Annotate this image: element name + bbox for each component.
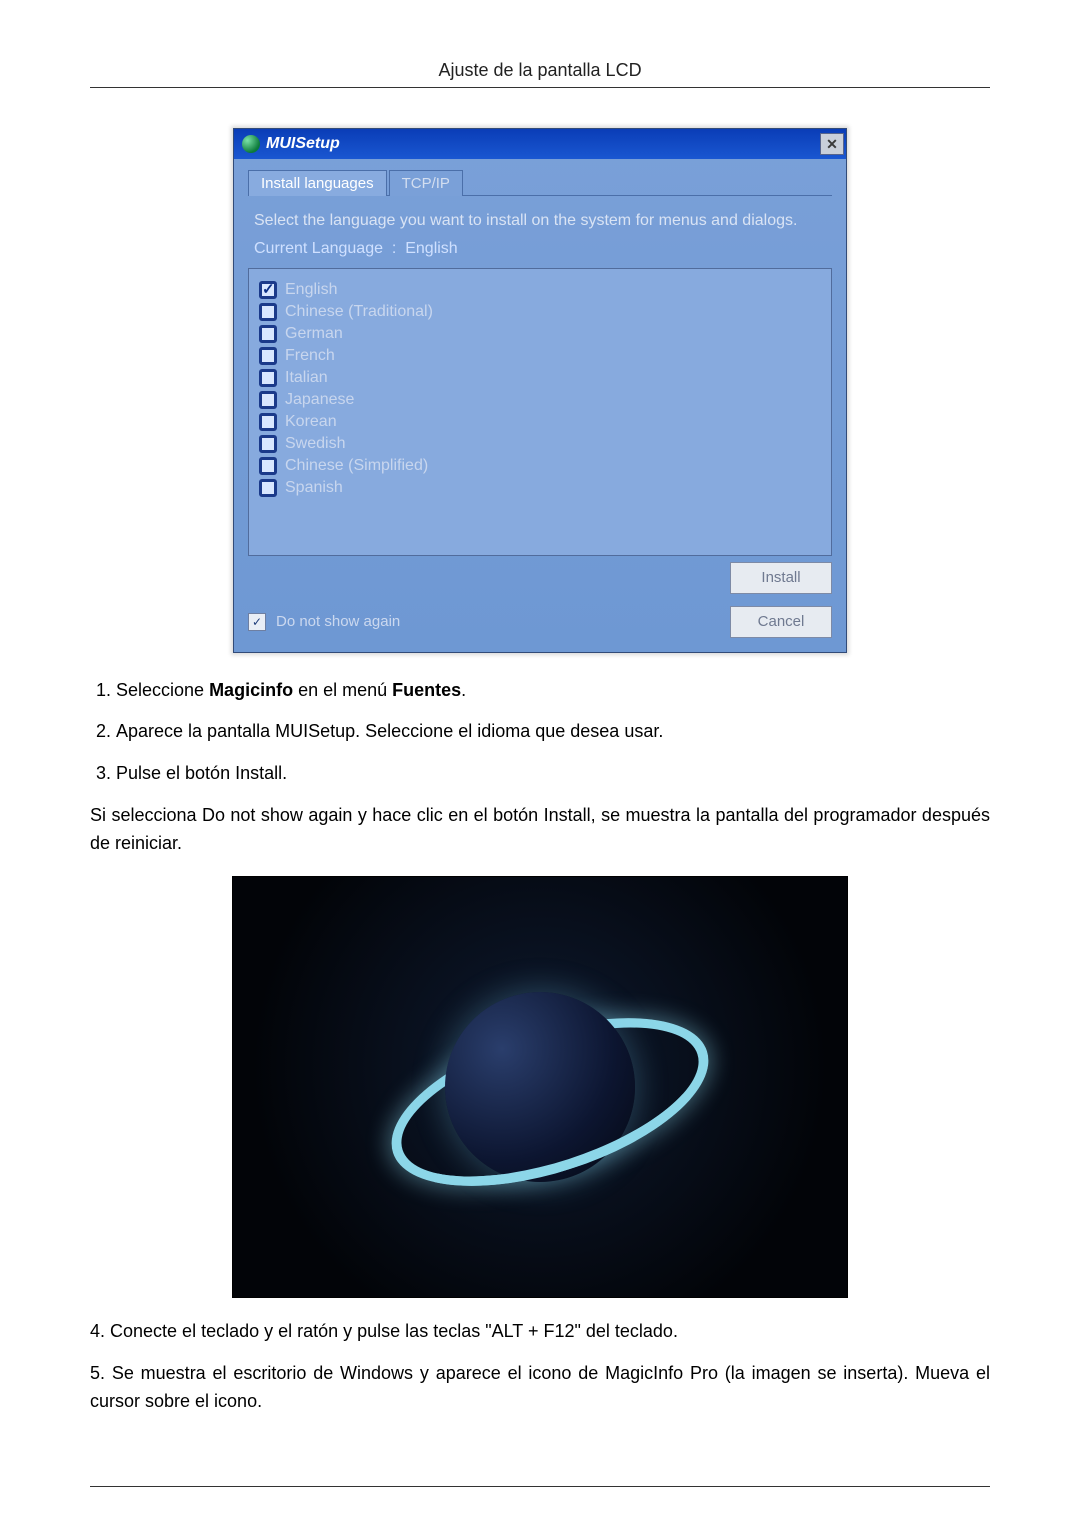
checkbox-icon[interactable]	[259, 325, 277, 343]
dialog-instructions: Select the language you want to install …	[254, 210, 826, 232]
lang-item-japanese[interactable]: Japanese	[259, 391, 821, 409]
lang-label: Italian	[285, 369, 328, 387]
dialog-body: Install languages TCP/IP Select the lang…	[234, 159, 846, 652]
dialog-footer: ✓ Do not show again Cancel	[248, 606, 832, 638]
lang-item-chinese-simplified[interactable]: Chinese (Simplified)	[259, 457, 821, 475]
dialog-titlebar: MUISetup ✕	[234, 129, 846, 159]
checkbox-icon[interactable]	[259, 369, 277, 387]
mid-paragraph: Si selecciona Do not show again y hace c…	[90, 802, 990, 858]
current-language-row: Current Language : English	[254, 240, 826, 258]
checkbox-icon[interactable]	[259, 435, 277, 453]
step-1-text-c: en el menú	[293, 680, 392, 700]
tab-install-languages[interactable]: Install languages	[248, 170, 387, 196]
lang-label: English	[285, 281, 337, 299]
close-icon: ✕	[826, 137, 838, 151]
muisetup-screenshot: MUISetup ✕ Install languages TCP/IP Sele…	[233, 128, 847, 653]
checkbox-icon[interactable]	[259, 457, 277, 475]
check-icon: ✓	[252, 615, 262, 629]
checkbox-icon[interactable]	[259, 347, 277, 365]
checkbox-icon[interactable]	[259, 303, 277, 321]
document-page: Ajuste de la pantalla LCD MUISetup ✕ Ins…	[0, 0, 1080, 1527]
checkbox-icon[interactable]	[259, 479, 277, 497]
globe-graphic	[445, 992, 635, 1182]
current-language-label: Current Language	[254, 240, 383, 257]
muisetup-dialog: MUISetup ✕ Install languages TCP/IP Sele…	[233, 128, 847, 653]
install-button-row: Install	[248, 562, 832, 594]
footer-rule	[90, 1486, 990, 1487]
cancel-button[interactable]: Cancel	[730, 606, 832, 638]
lang-item-italian[interactable]: Italian	[259, 369, 821, 387]
boot-globe-screenshot	[232, 876, 848, 1298]
lang-item-french[interactable]: French	[259, 347, 821, 365]
lang-item-swedish[interactable]: Swedish	[259, 435, 821, 453]
step-5: 5. Se muestra el escritorio de Windows y…	[90, 1360, 990, 1416]
lang-item-german[interactable]: German	[259, 325, 821, 343]
globe-icon	[242, 135, 260, 153]
lang-label: German	[285, 325, 343, 343]
header-rule	[90, 87, 990, 88]
tab-strip: Install languages TCP/IP	[248, 169, 832, 196]
step-3: Pulse el botón Install.	[116, 760, 990, 788]
checkbox-icon[interactable]	[259, 391, 277, 409]
lang-label: Japanese	[285, 391, 354, 409]
lang-label: Korean	[285, 413, 337, 431]
step-4: 4. Conecte el teclado y el ratón y pulse…	[90, 1318, 990, 1346]
page-header-title: Ajuste de la pantalla LCD	[90, 60, 990, 81]
lang-item-spanish[interactable]: Spanish	[259, 479, 821, 497]
step-1: Seleccione Magicinfo en el menú Fuentes.	[116, 677, 990, 705]
step-1-bold-magicinfo: Magicinfo	[209, 680, 293, 700]
dont-show-again-label: Do not show again	[276, 613, 720, 630]
install-button[interactable]: Install	[730, 562, 832, 594]
instruction-list: Seleccione Magicinfo en el menú Fuentes.…	[90, 677, 990, 789]
lang-label: Spanish	[285, 479, 343, 497]
checkbox-icon[interactable]	[259, 413, 277, 431]
step-2: Aparece la pantalla MUISetup. Seleccione…	[116, 718, 990, 746]
checkbox-icon[interactable]	[259, 281, 277, 299]
lang-label: Chinese (Simplified)	[285, 457, 428, 475]
step-1-text-e: .	[461, 680, 466, 700]
language-list: English Chinese (Traditional) German Fre…	[248, 268, 832, 556]
lang-label: Chinese (Traditional)	[285, 303, 433, 321]
current-language-value: English	[405, 240, 457, 257]
lang-label: French	[285, 347, 335, 365]
step-1-text-a: Seleccione	[116, 680, 209, 700]
tab-tcpip[interactable]: TCP/IP	[389, 170, 463, 196]
lang-item-chinese-traditional[interactable]: Chinese (Traditional)	[259, 303, 821, 321]
close-button[interactable]: ✕	[820, 133, 844, 155]
dont-show-again-checkbox[interactable]: ✓	[248, 613, 266, 631]
lang-item-english[interactable]: English	[259, 281, 821, 299]
lang-item-korean[interactable]: Korean	[259, 413, 821, 431]
step-1-bold-fuentes: Fuentes	[392, 680, 461, 700]
dialog-title-text: MUISetup	[266, 135, 340, 153]
lang-label: Swedish	[285, 435, 345, 453]
